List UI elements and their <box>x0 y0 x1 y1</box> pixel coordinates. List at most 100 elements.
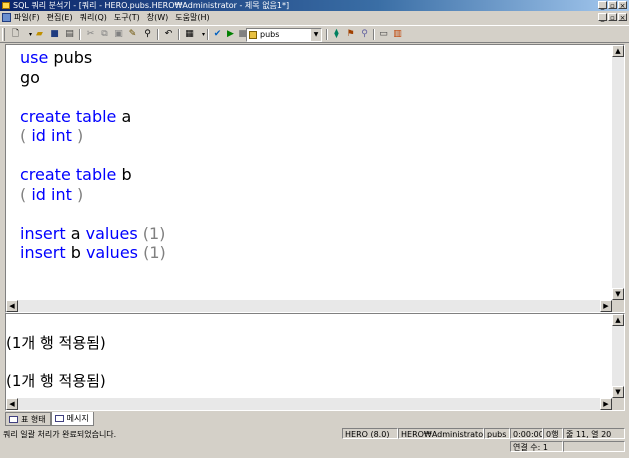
status-bar-secondary: 연결 수: 1 <box>0 440 629 453</box>
menu-help[interactable]: 도움말(H) <box>175 11 209 24</box>
minimize-button[interactable]: _ <box>598 1 607 10</box>
toolbar-separator <box>157 29 159 40</box>
results-mode-icon[interactable]: ▦ <box>183 28 196 41</box>
menu-file[interactable]: 파일(F) <box>14 11 40 24</box>
result-tabs: 표 형태 메시지 <box>5 412 94 426</box>
code-line[interactable]: ( id int ) <box>20 126 166 146</box>
code-token: values <box>85 223 138 243</box>
close-button[interactable]: × <box>618 1 627 10</box>
results-vertical-scrollbar[interactable]: ▲ ▼ <box>612 314 624 398</box>
restore-button[interactable]: ▫ <box>608 1 617 10</box>
menu-tools[interactable]: 도구(T) <box>114 11 140 24</box>
cut-icon[interactable]: ✂ <box>84 28 97 41</box>
messages-pane[interactable]: (1개 행 적용됨) (1개 행 적용됨) ▲ ▼ ◀ ▶ <box>5 313 625 411</box>
code-line[interactable] <box>20 146 166 166</box>
toolbar-separator <box>373 29 375 40</box>
object-browser-icon[interactable]: ⚑ <box>344 28 357 41</box>
code-line[interactable] <box>20 204 166 224</box>
paste-icon[interactable]: ▣ <box>112 28 125 41</box>
code-token: create table <box>20 106 117 126</box>
scroll-right-icon[interactable]: ▶ <box>600 300 612 312</box>
code-line[interactable]: ( id int ) <box>20 185 166 205</box>
clear-window-icon[interactable]: ✎ <box>126 28 139 41</box>
status-row-count: 0행 <box>543 428 563 439</box>
scroll-up-icon[interactable]: ▲ <box>612 45 624 57</box>
tab-messages[interactable]: 메시지 <box>50 412 94 426</box>
new-query-icon[interactable]: 🗋 <box>9 28 22 41</box>
scroll-corner <box>612 300 624 312</box>
code-token: (1) <box>137 223 166 243</box>
results-horizontal-scrollbar[interactable]: ◀ ▶ <box>6 398 612 410</box>
save-icon[interactable]: ■ <box>48 28 61 41</box>
title-bar: SQL 쿼리 분석기 - [쿼리 - HERO.pubs.HERO₩Admini… <box>0 0 629 11</box>
doc-minimize-button[interactable]: _ <box>598 13 607 22</box>
code-line[interactable] <box>20 87 166 107</box>
status-cursor-position: 줄 11, 열 20 <box>563 428 625 439</box>
query-text[interactable]: use pubs go create table a( id int ) crea… <box>20 48 166 263</box>
editor-horizontal-scrollbar[interactable]: ◀ ▶ <box>6 300 612 312</box>
find-icon[interactable]: ⚲ <box>141 28 154 41</box>
code-token: id int <box>31 126 72 145</box>
scroll-up-icon[interactable]: ▲ <box>612 314 624 326</box>
open-folder-icon[interactable]: ▰ <box>33 28 46 41</box>
code-token: a <box>65 223 86 243</box>
show-execution-plan-icon[interactable]: ⧫ <box>330 28 343 41</box>
code-token: go <box>20 67 40 87</box>
object-search-icon[interactable]: ⚲ <box>358 28 371 41</box>
toolbar-grip[interactable] <box>2 28 5 41</box>
chevron-down-icon[interactable]: ▼ <box>310 29 321 41</box>
window-title: SQL 쿼리 분석기 - [쿼리 - HERO.pubs.HERO₩Admini… <box>13 1 290 10</box>
code-token: create table <box>20 165 117 184</box>
status-elapsed-time: 0:00:00 <box>510 428 543 439</box>
message-line: (1개 행 적용됨) <box>6 372 106 390</box>
code-line[interactable]: create table a <box>20 107 166 127</box>
show-results-pane-icon[interactable]: ▥ <box>391 28 404 41</box>
scroll-down-icon[interactable]: ▼ <box>612 386 624 398</box>
code-line[interactable]: use pubs <box>20 48 166 68</box>
toolbar-separator <box>326 29 328 40</box>
status-connections: 연결 수: 1 <box>510 441 563 452</box>
scroll-down-icon[interactable]: ▼ <box>612 288 624 300</box>
document-window-controls: _ ▫ × <box>598 13 627 22</box>
grid-icon <box>9 416 18 423</box>
query-editor[interactable]: use pubs go create table a( id int ) crea… <box>5 44 625 313</box>
doc-restore-button[interactable]: ▫ <box>608 13 617 22</box>
code-token: ) <box>71 126 84 145</box>
tab-label: 표 형태 <box>21 415 46 424</box>
scroll-right-icon[interactable]: ▶ <box>600 398 612 410</box>
status-user: HERO₩Administrator (51) <box>398 428 484 439</box>
code-line[interactable]: create table b <box>20 165 166 185</box>
database-icon <box>249 31 257 39</box>
code-line[interactable]: go <box>20 68 166 88</box>
code-line[interactable]: insert a values (1) <box>20 224 166 244</box>
copy-icon[interactable]: ⧉ <box>98 28 111 41</box>
menu-window[interactable]: 창(W) <box>147 11 169 24</box>
database-select[interactable]: pubs ▼ <box>246 28 322 42</box>
tab-label: 메시지 <box>66 414 89 423</box>
code-token: ( <box>20 126 32 145</box>
status-empty-cell <box>563 441 625 452</box>
code-line[interactable]: insert b values (1) <box>20 243 166 263</box>
tab-grid[interactable]: 표 형태 <box>5 412 51 426</box>
message-line: (1개 행 적용됨) <box>6 334 106 352</box>
status-server: HERO (8.0) <box>342 428 398 439</box>
scroll-corner <box>612 398 624 410</box>
current-connection-properties-icon[interactable]: ▭ <box>377 28 390 41</box>
status-message: 쿼리 일괄 처리가 완료되었습니다. <box>3 430 117 439</box>
undo-icon[interactable]: ↶ <box>162 28 175 41</box>
code-token: a <box>116 106 132 126</box>
editor-vertical-scrollbar[interactable]: ▲ ▼ <box>612 45 624 300</box>
database-value: pubs <box>260 30 280 39</box>
scroll-left-icon[interactable]: ◀ <box>6 398 18 410</box>
code-token: insert <box>20 243 66 262</box>
code-token: pubs <box>48 48 93 67</box>
doc-close-button[interactable]: × <box>618 13 627 22</box>
code-token: id int <box>31 184 72 204</box>
document-icon[interactable] <box>2 13 11 22</box>
scroll-left-icon[interactable]: ◀ <box>6 300 18 312</box>
menu-edit[interactable]: 편집(E) <box>47 11 73 24</box>
toolbar-separator <box>178 29 180 40</box>
insert-template-icon[interactable]: ▤ <box>63 28 76 41</box>
parse-query-icon[interactable]: ✔ <box>211 28 224 41</box>
menu-query[interactable]: 쿼리(Q) <box>80 11 107 24</box>
